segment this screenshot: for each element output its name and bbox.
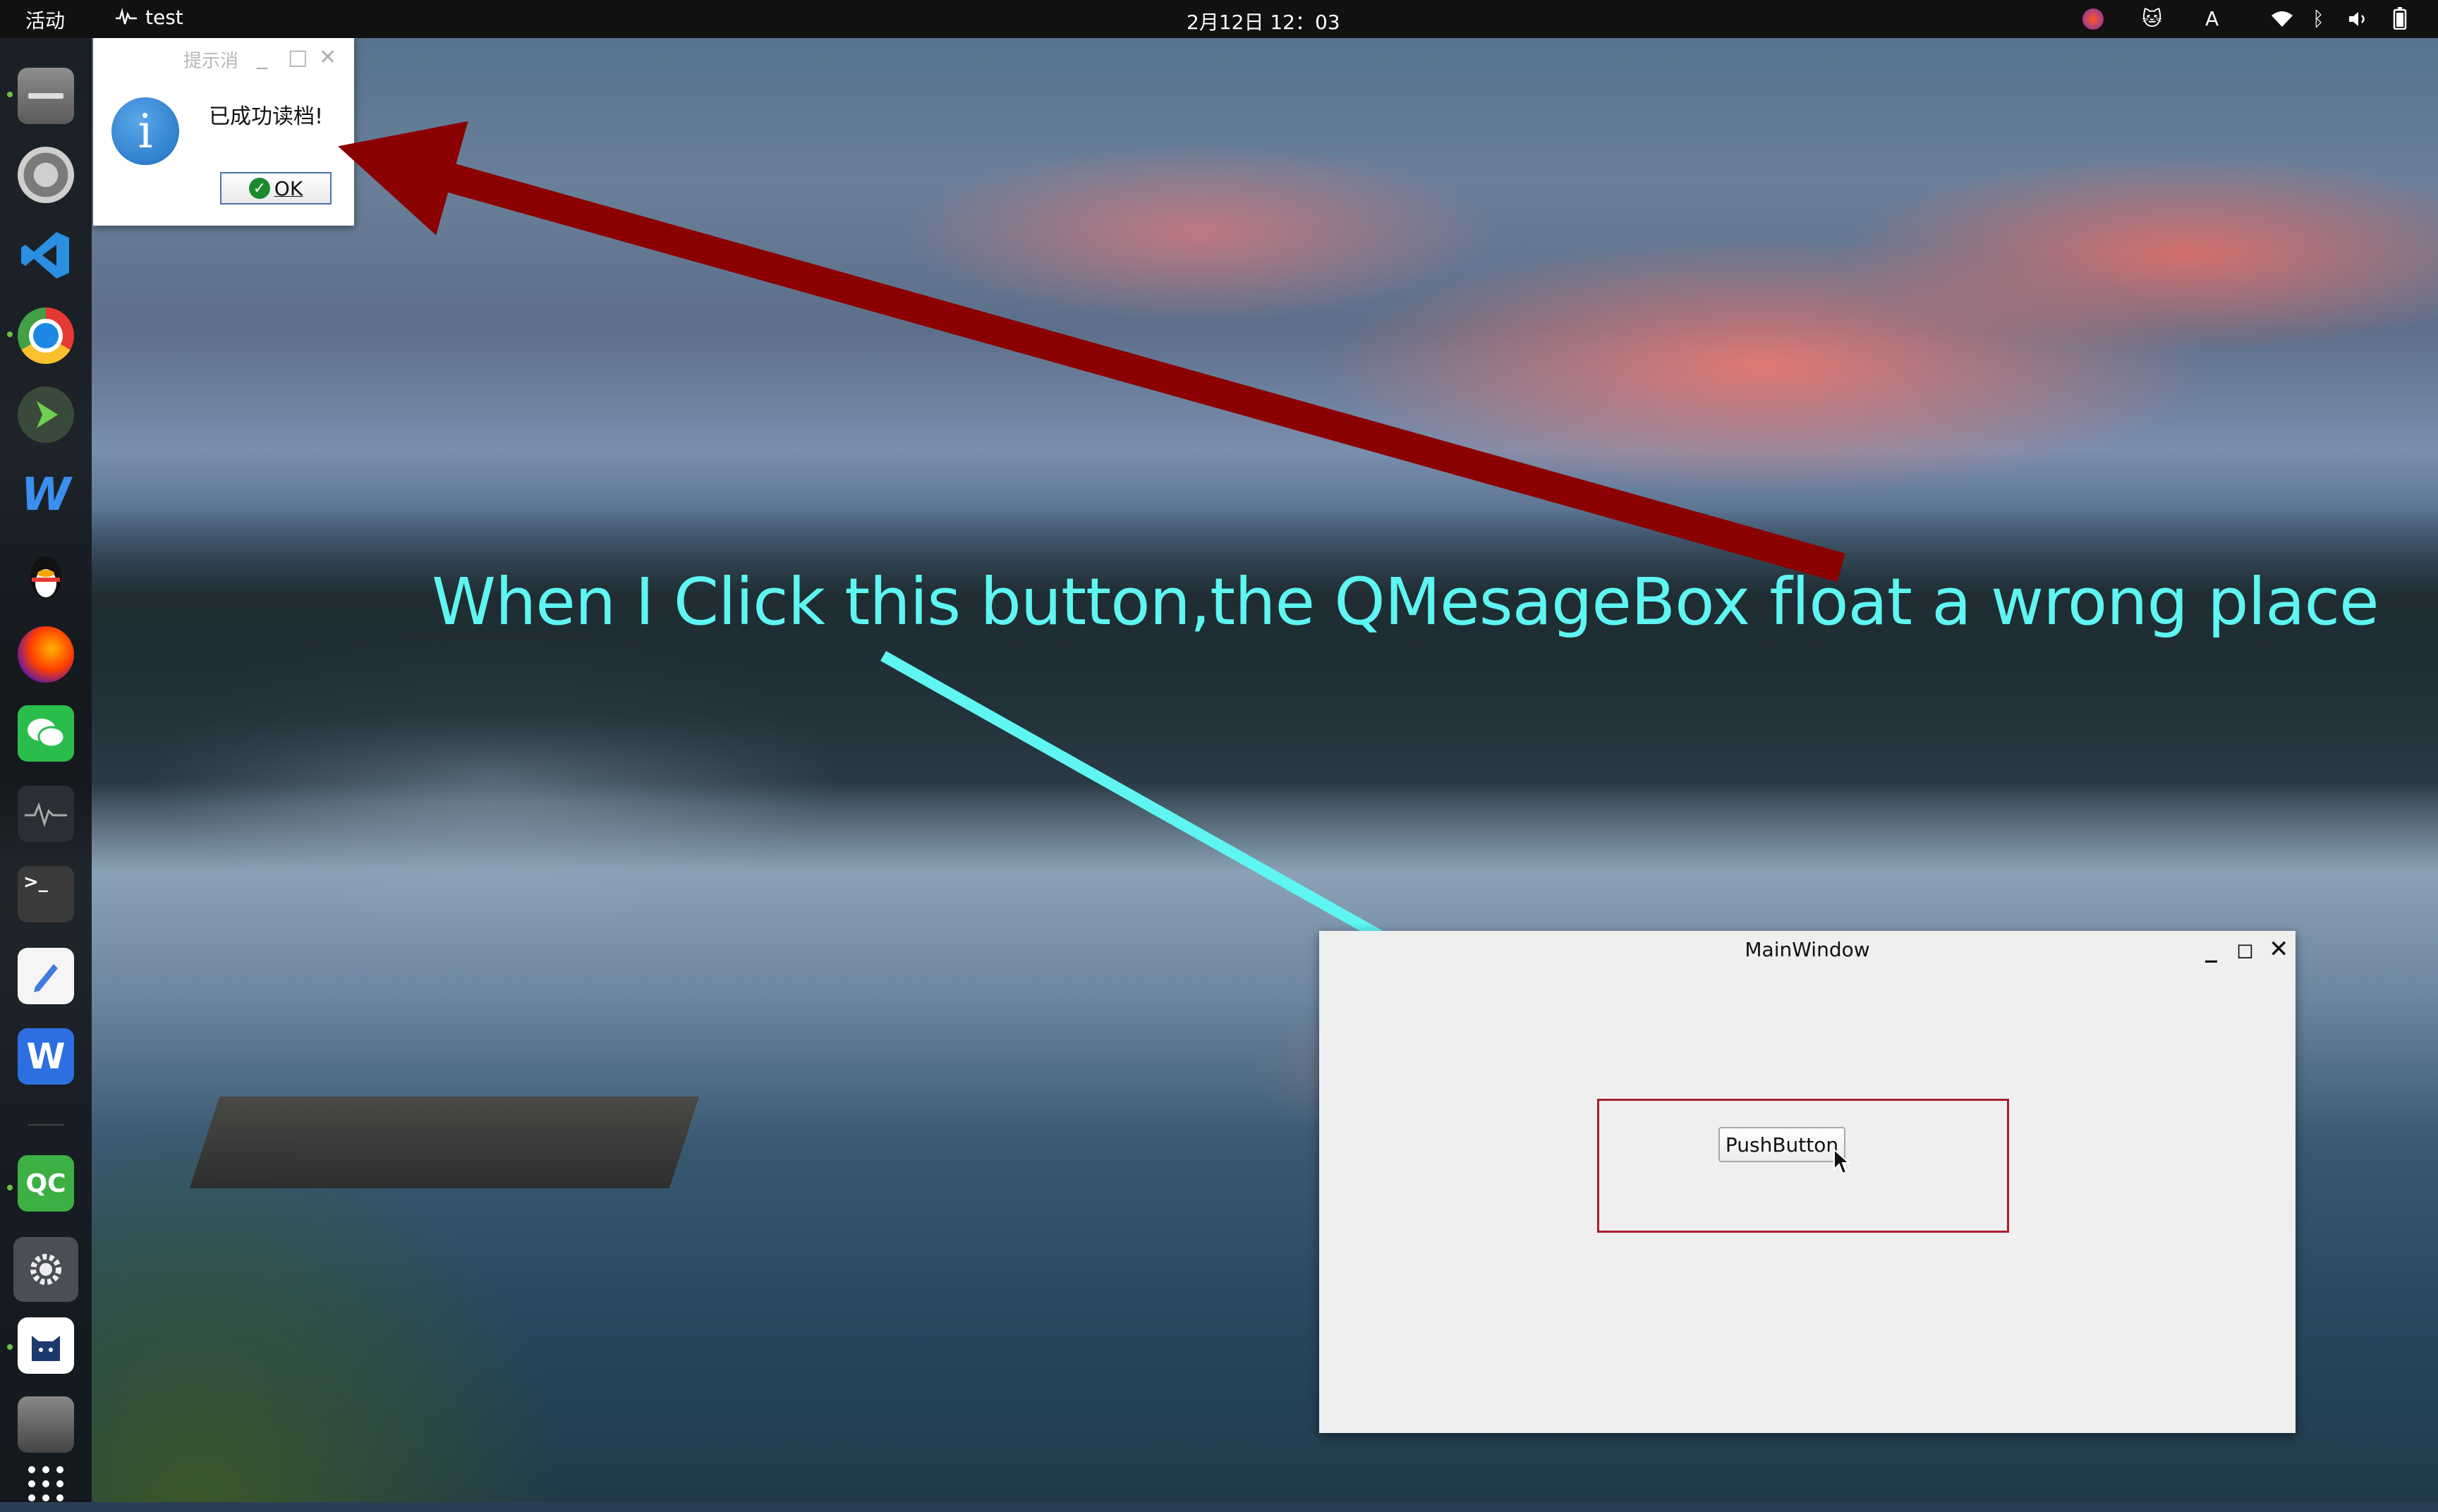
minimize-icon[interactable]: _ <box>257 45 267 70</box>
qt-creator-icon[interactable]: QC <box>18 1155 74 1212</box>
main-window: MainWindow _ ◻ ✕ PushButton <box>1319 931 2296 1433</box>
arrow-play-icon[interactable] <box>18 386 74 443</box>
message-box-title: 提示消 <box>183 51 239 72</box>
activities-button[interactable]: 活动 <box>25 6 65 34</box>
vscode-icon[interactable] <box>18 227 74 284</box>
close-icon[interactable]: ✕ <box>2269 935 2289 963</box>
cat-app-icon[interactable] <box>18 1317 74 1374</box>
battery-icon[interactable] <box>2393 7 2407 30</box>
wps-office-icon[interactable]: W <box>18 1028 74 1085</box>
text-editor-icon[interactable] <box>18 948 74 1004</box>
system-monitor-icon[interactable] <box>18 786 74 842</box>
main-window-titlebar[interactable]: MainWindow _ ◻ ✕ <box>1319 931 2296 970</box>
message-text: 已成功读档! <box>209 104 324 129</box>
message-box-titlebar[interactable]: 提示消 _ □ ✕ <box>93 38 354 80</box>
clock[interactable]: 2月12日 12：03 <box>1187 7 1340 35</box>
running-indicator <box>7 1185 13 1190</box>
drive-icon[interactable] <box>18 1396 74 1453</box>
top-bar: 活动 test 2月12日 12：03 🐱 A ᛒ <box>0 0 2438 38</box>
app-name: test <box>145 6 183 29</box>
push-button[interactable]: PushButton <box>1718 1127 1845 1162</box>
settings-app-icon[interactable] <box>13 1237 78 1302</box>
app-grid-icon[interactable] <box>18 1456 74 1512</box>
mouse-cursor-icon <box>1833 1148 1851 1175</box>
wps-writer-icon[interactable]: W <box>18 467 74 523</box>
main-window-title: MainWindow <box>1745 938 1870 961</box>
information-icon: i <box>111 97 179 165</box>
app-dock: W >_ W QC <box>0 38 92 1502</box>
terminal-icon[interactable]: >_ <box>18 866 74 922</box>
checkmark-icon: ✓ <box>248 178 270 199</box>
annotation-text: When I Click this button,the QMesageBox … <box>432 564 2379 640</box>
running-indicator <box>7 92 13 97</box>
ok-button-label: OK <box>274 176 303 200</box>
chrome-icon[interactable] <box>18 307 74 364</box>
files-icon[interactable] <box>18 68 74 124</box>
minimize-icon[interactable]: _ <box>2205 935 2217 963</box>
wallpaper-treeline <box>92 508 2438 804</box>
app-menu[interactable]: test <box>114 6 183 29</box>
settings-gear-icon[interactable] <box>18 147 74 203</box>
volume-icon[interactable] <box>2348 10 2370 28</box>
running-indicator <box>7 1344 13 1350</box>
activity-wave-icon <box>116 7 137 24</box>
wifi-icon[interactable] <box>2270 10 2294 28</box>
running-indicator <box>7 331 13 337</box>
wallpaper-grass <box>92 882 656 1502</box>
input-method-indicator[interactable]: A <box>2205 7 2219 30</box>
maximize-icon[interactable]: ◻ <box>2236 938 2254 963</box>
firefox-dev-icon[interactable] <box>18 626 74 683</box>
qq-penguin-icon[interactable] <box>18 547 74 604</box>
highlight-rectangle <box>1597 1099 2009 1233</box>
wechat-icon[interactable] <box>18 705 74 762</box>
firefox-tray-icon[interactable] <box>2082 8 2104 30</box>
message-box: 提示消 _ □ ✕ i 已成功读档! ✓ OK <box>93 38 354 226</box>
wallpaper-pier <box>189 1097 700 1188</box>
cat-tray-icon[interactable]: 🐱 <box>2142 7 2162 30</box>
bluetooth-icon[interactable]: ᛒ <box>2312 7 2324 30</box>
dock-separator <box>28 1124 63 1126</box>
close-icon[interactable]: ✕ <box>319 45 336 70</box>
ok-button[interactable]: ✓ OK <box>220 172 332 205</box>
maximize-icon[interactable]: □ <box>288 45 308 70</box>
